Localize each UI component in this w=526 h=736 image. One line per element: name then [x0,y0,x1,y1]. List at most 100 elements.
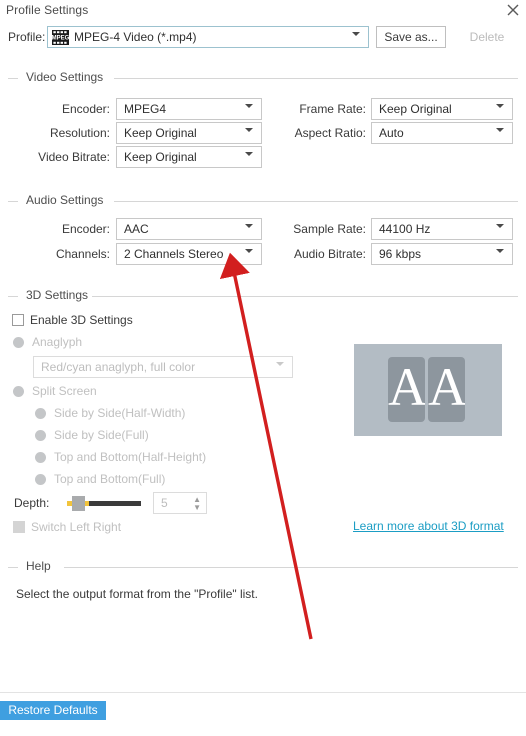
audio-settings-title: Audio Settings [22,193,108,207]
video-settings-title: Video Settings [22,70,108,84]
depth-slider-handle[interactable] [72,496,85,511]
profile-settings-dialog: Profile Settings Profile: MPEG MPEG-4 Vi… [0,0,526,736]
enable-3d-checkbox[interactable] [12,314,24,326]
split-option-label: Side by Side(Half-Width) [54,406,186,420]
svg-text:MPEG: MPEG [52,36,69,42]
video-settings-header: Video Settings [8,70,518,85]
close-icon[interactable] [504,1,522,19]
audio-bitrate-value: 96 kbps [379,247,422,261]
save-as-button[interactable]: Save as... [376,26,446,48]
footer-separator [0,692,526,693]
frame-rate-value: Keep Original [379,102,452,116]
mpeg-film-icon: MPEG [52,30,70,45]
group-line-right [114,78,518,79]
video-encoder-label: Encoder: [61,102,110,116]
aspect-ratio-select[interactable]: Auto [371,122,513,146]
chevron-down-icon [496,128,504,146]
preview-pane-right: A [428,357,465,422]
group-line-left [8,567,18,568]
sample-rate-value: 44100 Hz [379,222,431,236]
help-text: Select the output format from the "Profi… [16,587,258,601]
channels-value: 2 Channels Stereo [124,247,224,261]
chevron-down-icon [496,104,504,122]
switch-left-right-label: Switch Left Right [31,520,122,534]
dialog-titlebar: Profile Settings [0,0,526,20]
video-bitrate-label: Video Bitrate: [38,150,110,164]
resolution-label: Resolution: [49,126,110,140]
audio-encoder-select[interactable]: AAC [116,218,262,242]
group-line-right [114,201,518,202]
group-line-left [8,201,18,202]
channels-select[interactable]: 2 Channels Stereo [116,243,262,267]
chevron-down-icon [245,104,253,122]
chevron-down-icon [496,249,504,267]
anaglyph-type-select: Red/cyan anaglyph, full color [33,356,293,380]
chevron-down-icon [245,152,253,170]
channels-label: Channels: [55,247,110,261]
profile-select[interactable]: MPEG MPEG-4 Video (*.mp4) [47,26,369,50]
sample-rate-select[interactable]: 44100 Hz [371,218,513,242]
sample-rate-label: Sample Rate: [293,222,366,236]
video-settings-group: Video Settings [8,70,518,85]
preview-pane-left: A [388,357,425,422]
split-screen-radio [13,386,24,397]
chevron-down-icon [245,128,253,146]
side-by-side-half-radio [35,408,46,419]
audio-bitrate-select[interactable]: 96 kbps [371,243,513,267]
group-line-right [64,567,518,568]
depth-value: 5 [161,496,168,510]
aspect-ratio-label: Aspect Ratio: [294,126,366,140]
restore-defaults-button[interactable]: Restore Defaults [0,701,106,720]
preview-letter-left: A [388,357,425,417]
video-bitrate-select[interactable]: Keep Original [116,146,262,170]
depth-label: Depth: [14,496,50,510]
top-bottom-half-radio [35,452,46,463]
delete-button: Delete [455,26,519,48]
dialog-title: Profile Settings [6,3,89,17]
three-d-settings-title: 3D Settings [22,288,93,302]
help-header: Help [8,559,518,574]
anaglyph-label: Anaglyph [32,335,83,349]
split-option-label: Side by Side(Full) [54,428,149,442]
video-encoder-select[interactable]: MPEG4 [116,98,262,122]
switch-left-right-checkbox [13,521,25,533]
audio-settings-header: Audio Settings [8,193,518,208]
audio-encoder-label: Encoder: [61,222,110,236]
anaglyph-radio [13,337,24,348]
side-by-side-full-radio [35,430,46,441]
chevron-down-icon [496,224,504,242]
group-line-left [8,296,18,297]
split-option-label: Top and Bottom(Half-Height) [54,450,207,464]
depth-spinner: 5 ▲ ▼ [153,492,207,514]
chevron-down-icon [245,224,253,242]
frame-rate-label: Frame Rate: [299,102,366,116]
spinner-down-icon: ▼ [193,503,201,512]
profile-value: MPEG-4 Video (*.mp4) [74,30,197,44]
group-line-right [90,296,518,297]
frame-rate-select[interactable]: Keep Original [371,98,513,122]
help-title: Help [22,559,55,573]
group-line-left [8,78,18,79]
split-screen-label: Split Screen [32,384,97,398]
resolution-select[interactable]: Keep Original [116,122,262,146]
top-bottom-full-radio [35,474,46,485]
audio-encoder-value: AAC [124,222,149,236]
three-d-settings-group: 3D Settings [8,288,518,303]
audio-bitrate-label: Audio Bitrate: [293,247,366,261]
three-d-settings-header: 3D Settings [8,288,518,303]
resolution-value: Keep Original [124,126,197,140]
chevron-down-icon [276,362,284,380]
spinner-up-icon: ▲ [193,495,201,504]
aspect-ratio-value: Auto [379,126,404,140]
enable-3d-label: Enable 3D Settings [30,313,133,327]
preview-letter-right: A [428,357,465,417]
help-group: Help [8,559,518,574]
audio-settings-group: Audio Settings [8,193,518,208]
video-bitrate-value: Keep Original [124,150,197,164]
profile-label: Profile: [8,30,46,44]
three-d-preview-image: A A [354,344,502,436]
anaglyph-type-value: Red/cyan anaglyph, full color [41,360,196,374]
chevron-down-icon [245,249,253,267]
learn-more-3d-link[interactable]: Learn more about 3D format [353,519,504,533]
split-option-label: Top and Bottom(Full) [54,472,166,486]
